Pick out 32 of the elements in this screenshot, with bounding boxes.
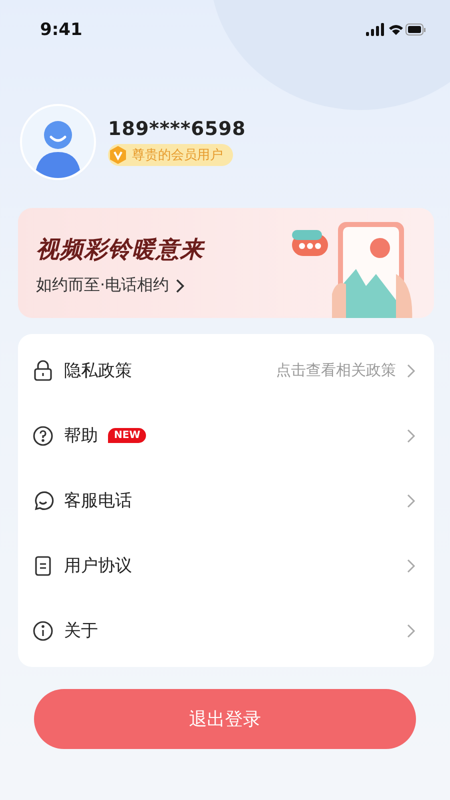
chevron-right-icon <box>406 428 416 444</box>
chevron-right-icon <box>406 622 416 638</box>
chevron-right-icon <box>406 558 416 574</box>
menu-item-label: 隐私政策 <box>64 360 132 382</box>
banner-title: 视频彩铃暖意来 <box>36 236 204 265</box>
menu-item-detail: 点击查看相关政策 <box>276 361 396 380</box>
chevron-right-icon <box>175 278 186 292</box>
menu-item[interactable]: 用户协议 <box>18 533 434 598</box>
menu-item[interactable]: 客服电话 <box>18 468 434 533</box>
v-badge-icon <box>108 145 128 165</box>
help-icon <box>32 424 54 446</box>
avatar-icon[interactable] <box>20 104 96 180</box>
banner-subtitle: 如约而至·电话相约 <box>36 275 170 296</box>
lock-icon <box>32 360 54 382</box>
menu-item[interactable]: 关于 <box>18 598 434 663</box>
menu-item-label: 客服电话 <box>64 490 132 512</box>
menu-item[interactable]: 隐私政策 点击查看相关政策 <box>18 338 434 403</box>
document-icon <box>32 554 54 576</box>
chevron-right-icon <box>406 492 416 508</box>
new-badge: NEW <box>108 428 146 443</box>
member-badge-text: 尊贵的会员用户 <box>132 147 223 164</box>
status-icons <box>366 23 426 37</box>
phone-number: 189****6598 <box>108 118 246 140</box>
menu-item-label: 关于 <box>64 620 98 642</box>
menu-item-label: 用户协议 <box>64 555 132 577</box>
chevron-right-icon <box>406 362 416 378</box>
promo-banner[interactable]: 视频彩铃暖意来 如约而至·电话相约 <box>18 208 434 318</box>
info-icon <box>32 620 54 642</box>
menu-item-label: 帮助 <box>64 425 98 447</box>
chat-bubble-icon <box>32 490 54 512</box>
menu-item[interactable]: 帮助 NEW <box>18 403 434 468</box>
status-time: 9:41 <box>40 20 82 40</box>
